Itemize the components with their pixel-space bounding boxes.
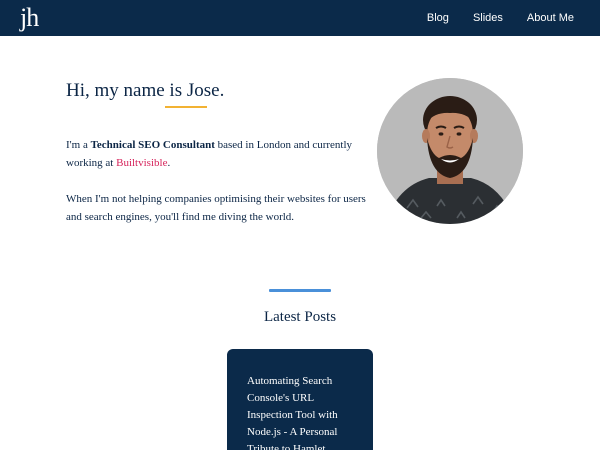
nav-links: Blog Slides About Me	[427, 0, 574, 36]
title-underline	[165, 106, 207, 108]
top-navbar: jh Blog Slides About Me	[0, 0, 600, 36]
hero-title: Hi, my name is Jose.	[66, 80, 225, 101]
intro-paragraph: I'm a Technical SEO Consultant based in …	[66, 136, 376, 172]
latest-posts-title: Latest Posts	[263, 309, 337, 325]
intro-role: Technical SEO Consultant	[90, 139, 215, 151]
builtvisible-link[interactable]: Builtvisible	[116, 157, 167, 169]
post-card[interactable]: Automating Search Console's URL Inspecti…	[227, 349, 373, 450]
hobby-paragraph: When I'm not helping companies optimisin…	[66, 193, 366, 223]
avatar-photo	[377, 78, 523, 224]
avatar	[377, 78, 523, 224]
intro-suffix: .	[167, 157, 171, 169]
intro-prefix: I'm a	[66, 139, 91, 151]
nav-link-blog[interactable]: Blog	[427, 12, 449, 24]
section-divider	[269, 289, 331, 292]
site-logo[interactable]: jh	[20, 2, 39, 34]
nav-link-about-me[interactable]: About Me	[527, 12, 574, 24]
post-title[interactable]: Automating Search Console's URL Inspecti…	[247, 373, 355, 450]
nav-link-slides[interactable]: Slides	[473, 12, 503, 24]
